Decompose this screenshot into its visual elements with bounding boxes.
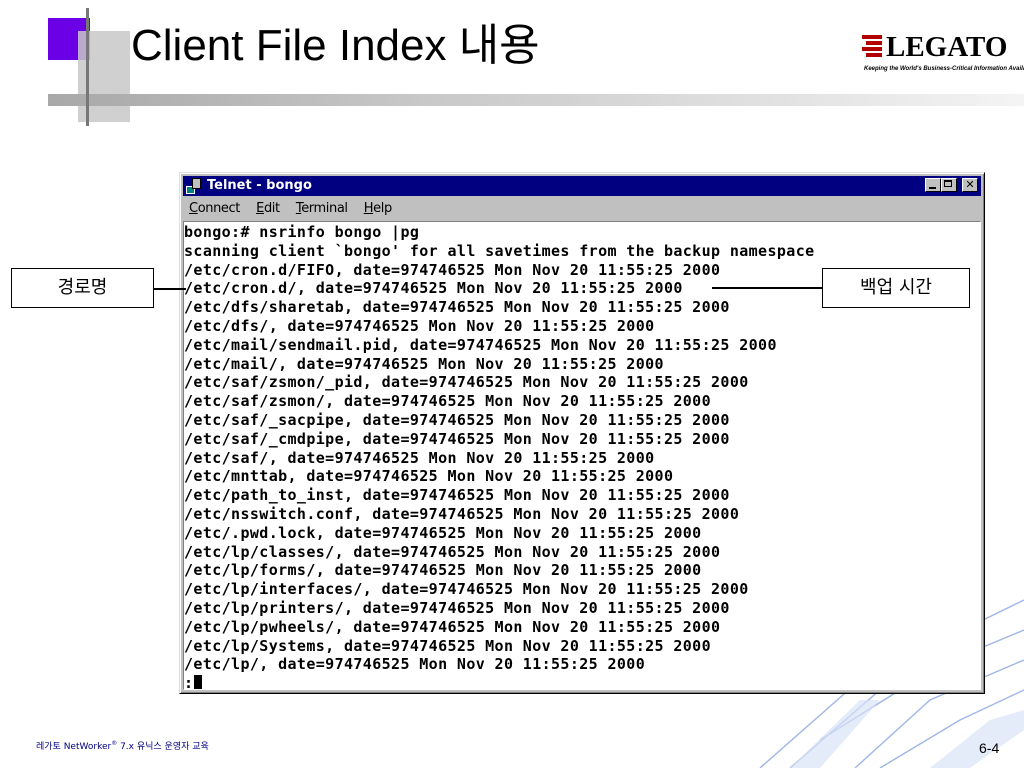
maximize-button[interactable] (941, 178, 957, 192)
menu-edit[interactable]: Edit (250, 199, 286, 216)
terminal-line: /etc/mail/sendmail.pid, date=974746525 M… (184, 335, 777, 354)
callout-leader-right (712, 287, 822, 289)
legato-logo: LEGATO Keeping the World's Business-Crit… (862, 30, 1024, 90)
terminal-line: /etc/lp/Systems, date=974746525 Mon Nov … (184, 636, 712, 655)
terminal-line: /etc/mail/, date=974746525 Mon Nov 20 11… (184, 354, 664, 373)
footer-course-title: 레가토 NetWorker® 7.x 유닉스 운영자 교육 (36, 739, 209, 752)
terminal-line: /etc/dfs/, date=974746525 Mon Nov 20 11:… (184, 316, 655, 335)
terminal-line: /etc/lp/printers/, date=974746525 Mon No… (184, 598, 730, 617)
terminal-line: /etc/lp/interfaces/, date=974746525 Mon … (184, 580, 749, 599)
minimize-button[interactable] (925, 178, 941, 192)
terminal-cursor (194, 675, 203, 689)
terminal-line: /etc/lp/forms/, date=974746525 Mon Nov 2… (184, 561, 702, 580)
terminal-line: /etc/mnttab, date=974746525 Mon Nov 20 1… (184, 467, 674, 486)
terminal-line: /etc/lp/classes/, date=974746525 Mon Nov… (184, 542, 721, 561)
terminal-line: bongo:# nsrinfo bongo |pg (184, 223, 420, 241)
legato-logo-text: LEGATO (886, 31, 1008, 63)
terminal-line: /etc/saf/zsmon/_pid, date=974746525 Mon … (184, 373, 749, 392)
close-button[interactable]: ✕ (962, 178, 978, 192)
footer-prefix: 레가토 NetWorker (36, 742, 112, 752)
decorative-header-bar (48, 94, 1024, 106)
menu-connect[interactable]: Connect (183, 199, 246, 216)
terminal-line: /etc/.pwd.lock, date=974746525 Mon Nov 2… (184, 523, 702, 542)
telnet-app-icon[interactable] (186, 178, 202, 194)
callout-backup-time: 백업 시간 (822, 268, 970, 308)
terminal-line: scanning client `bongo' for all savetime… (184, 241, 815, 260)
terminal-line: /etc/saf/_sacpipe, date=974746525 Mon No… (184, 410, 730, 429)
window-title: Telnet - bongo (207, 178, 312, 193)
terminal-prompt: : (184, 674, 194, 690)
menu-help[interactable]: Help (358, 199, 398, 216)
callout-path-name: 경로명 (11, 268, 154, 308)
menu-bar: Connect Edit Terminal Help (183, 199, 981, 219)
terminal-line: /etc/saf/_cmdpipe, date=974746525 Mon No… (184, 429, 730, 448)
legato-logo-tagline: Keeping the World's Business-Critical In… (864, 66, 1024, 72)
menu-terminal[interactable]: Terminal (290, 199, 354, 216)
terminal-line: /etc/lp/, date=974746525 Mon Nov 20 11:5… (184, 655, 646, 674)
decorative-vertical-line (86, 8, 89, 126)
terminal-line: /etc/saf/zsmon/, date=974746525 Mon Nov … (184, 392, 712, 411)
terminal-line: /etc/nsswitch.conf, date=974746525 Mon N… (184, 504, 740, 523)
terminal-prompt-line: : (184, 674, 980, 690)
telnet-window: Telnet - bongo ✕ Connect Edit Terminal H… (179, 172, 985, 694)
terminal-line: /etc/saf/, date=974746525 Mon Nov 20 11:… (184, 448, 655, 467)
terminal-line: /etc/lp/pwheels/, date=974746525 Mon Nov… (184, 617, 721, 636)
window-titlebar[interactable]: Telnet - bongo ✕ (183, 176, 981, 196)
page-number: 6-4 (979, 740, 1000, 756)
slide-title: Client File Index 내용 (131, 21, 540, 70)
legato-logo-mark-icon (862, 35, 882, 59)
terminal-line: /etc/path_to_inst, date=974746525 Mon No… (184, 486, 730, 505)
footer-suffix: 7.x 유닉스 운영자 교육 (117, 742, 209, 752)
callout-leader-left (154, 288, 186, 290)
